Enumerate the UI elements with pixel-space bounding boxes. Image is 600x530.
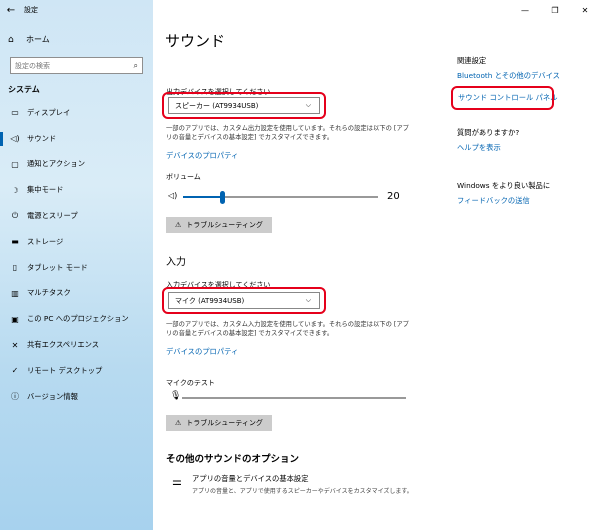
sidebar-item-home[interactable]: ⌂ ホーム <box>8 34 50 45</box>
output-device-dropdown[interactable]: スピーカー (AT9934USB) ⌵ <box>168 97 320 114</box>
input-troubleshoot-button[interactable]: ⚠ トラブルシューティング <box>166 415 272 431</box>
home-icon: ⌂ <box>8 34 14 45</box>
sidebar-item[interactable]: ▢ 通知とアクション <box>0 152 153 178</box>
sidebar-nav: ▭ ディスプレイ ◁) サウンド ▢ 通知とアクション ☽ 集中モード ⏻ 電源とスリープ ▬ ストレ… <box>0 100 153 410</box>
input-heading: 入力 <box>166 257 186 268</box>
sidebar-item[interactable]: ▣ この PC へのプロジェクション <box>0 306 153 332</box>
info-icon: ⓘ <box>11 392 19 402</box>
sidebar-item-label: タブレット モード <box>27 262 88 272</box>
share-icon: ✕ <box>11 340 19 350</box>
search-box[interactable]: ⌕ <box>10 57 143 74</box>
back-button[interactable]: ← <box>0 0 22 20</box>
sidebar-item[interactable]: ▥ マルチタスク <box>0 281 153 307</box>
search-input[interactable] <box>15 61 123 70</box>
app-volume-title: アプリの音量とデバイスの基本設定 <box>192 474 309 483</box>
projection-icon: ▣ <box>11 314 19 324</box>
improve-heading: Windows をより良い製品に <box>457 181 551 190</box>
app-title: 設定 <box>24 6 38 14</box>
troubleshoot-label: トラブルシューティング <box>186 419 263 427</box>
app-volume-option[interactable]: ⚌ アプリの音量とデバイスの基本設定 アプリの音量と、アプリで使用するスピーカー… <box>172 474 413 495</box>
volume-fill <box>183 196 222 198</box>
input-device-value: マイク (AT9934USB) <box>175 296 245 305</box>
troubleshoot-label: トラブルシューティング <box>186 221 263 229</box>
sidebar-item-label: 電源とスリープ <box>27 211 78 221</box>
sidebar-item-label: バージョン情報 <box>27 391 78 401</box>
input-description: 一部のアプリでは、カスタム入力設定を使用しています。それらの設定は以下の [アプ… <box>166 321 409 337</box>
input-device-dropdown[interactable]: マイク (AT9934USB) ⌵ <box>168 292 320 309</box>
mic-level-bar <box>182 397 406 399</box>
app-volume-description: アプリの音量と、アプリで使用するスピーカーやデバイスをカスタマイズします。 <box>192 488 413 495</box>
sidebar-item[interactable]: ▭ ディスプレイ <box>0 100 153 126</box>
input-properties-link[interactable]: デバイスのプロパティ <box>166 347 238 357</box>
volume-value: 20 <box>387 191 400 202</box>
output-device-value: スピーカー (AT9934USB) <box>175 101 259 110</box>
output-properties-link[interactable]: デバイスのプロパティ <box>166 151 238 161</box>
multitask-icon: ▥ <box>11 288 19 298</box>
output-troubleshoot-button[interactable]: ⚠ トラブルシューティング <box>166 217 272 233</box>
display-icon: ▭ <box>11 108 19 118</box>
notification-icon: ▢ <box>11 159 19 169</box>
sidebar-item-label: マルチタスク <box>27 288 71 298</box>
window-controls: — ❐ ✕ <box>510 0 600 20</box>
sidebar-item-label: 集中モード <box>27 185 64 195</box>
titlebar-left: ← 設定 <box>0 0 153 20</box>
mic-test-label: マイクのテスト <box>166 379 215 387</box>
sidebar-item-label: サウンド <box>27 133 57 143</box>
close-button[interactable]: ✕ <box>570 0 600 20</box>
minimize-button[interactable]: — <box>510 0 540 20</box>
sidebar-item-label: この PC へのプロジェクション <box>27 314 129 324</box>
sidebar-item[interactable]: ▬ ストレージ <box>0 229 153 255</box>
volume-label: ボリューム <box>166 173 201 181</box>
sidebar-item-label: 通知とアクション <box>27 159 86 169</box>
speaker-icon: ◁) <box>10 134 20 144</box>
sidebar-item[interactable]: ✕ 共有エクスペリエンス <box>0 332 153 358</box>
other-options-heading: その他のサウンドのオプション <box>166 454 300 465</box>
warning-icon: ⚠ <box>175 221 182 229</box>
close-icon: ✕ <box>581 5 589 15</box>
sidebar-item[interactable]: ◁) サウンド <box>0 126 153 152</box>
storage-icon: ▬ <box>11 237 19 247</box>
chevron-down-icon: ⌵ <box>305 101 311 109</box>
output-description: 一部のアプリでは、カスタム出力設定を使用しています。それらの設定は以下の [アプ… <box>166 125 409 141</box>
sidebar-item[interactable]: ☽ 集中モード <box>0 177 153 203</box>
question-heading: 質問がありますか? <box>457 128 520 137</box>
output-device-label: 出力デバイスを選択してください <box>166 88 271 96</box>
volume-slider[interactable] <box>183 191 378 204</box>
maximize-button[interactable]: ❐ <box>540 0 570 20</box>
help-link[interactable]: ヘルプを表示 <box>457 143 501 153</box>
remote-icon: ✓ <box>11 366 19 376</box>
sidebar-item-label: リモート デスクトップ <box>27 365 103 375</box>
power-icon: ⏻ <box>11 211 19 221</box>
warning-icon: ⚠ <box>175 419 182 427</box>
sidebar-item[interactable]: ✓ リモート デスクトップ <box>0 358 153 384</box>
tablet-icon: ▯ <box>12 263 18 273</box>
search-icon: ⌕ <box>133 60 138 70</box>
related-settings-heading: 関連設定 <box>457 56 487 65</box>
microphone-icon: 🎙 <box>170 391 182 401</box>
chevron-down-icon: ⌵ <box>305 296 311 304</box>
maximize-icon: ❐ <box>551 5 559 15</box>
sidebar: ← 設定 ⌂ ホーム ⌕ システム ▭ ディスプレイ ◁) サウンド ▢ 通知とアクション… <box>0 0 153 530</box>
bluetooth-link[interactable]: Bluetooth とその他のデバイス <box>457 71 560 81</box>
speaker-icon: ◁) <box>168 191 178 200</box>
page-title: サウンド <box>165 32 226 50</box>
moon-icon: ☽ <box>11 185 19 195</box>
minimize-icon: — <box>521 5 529 15</box>
sidebar-item-label: ホーム <box>26 35 50 44</box>
sidebar-item-label: ディスプレイ <box>27 107 71 117</box>
sidebar-item-label: ストレージ <box>27 236 64 246</box>
app-volume-text: アプリの音量とデバイスの基本設定 アプリの音量と、アプリで使用するスピーカーやデ… <box>192 474 413 495</box>
sidebar-item[interactable]: ▯ タブレット モード <box>0 255 153 281</box>
sidebar-item[interactable]: ⏻ 電源とスリープ <box>0 203 153 229</box>
sidebar-section-label: システム <box>8 85 40 94</box>
input-device-label: 入力デバイスを選択してください <box>166 281 271 289</box>
sidebar-item-label: 共有エクスペリエンス <box>27 340 100 350</box>
equalizer-icon: ⚌ <box>172 475 182 488</box>
feedback-link[interactable]: フィードバックの送信 <box>457 196 530 206</box>
back-arrow-icon: ← <box>6 4 16 16</box>
sound-control-panel-link[interactable]: サウンド コントロール パネル <box>458 93 558 103</box>
volume-thumb[interactable] <box>220 191 225 204</box>
sidebar-item[interactable]: ⓘ バージョン情報 <box>0 384 153 410</box>
